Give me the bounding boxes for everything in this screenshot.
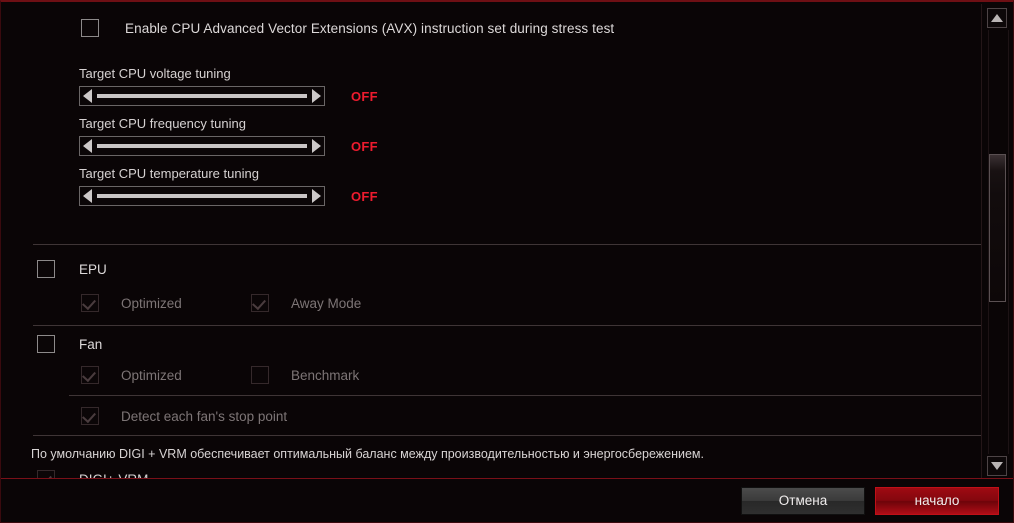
scrollbar-down-button[interactable]	[987, 456, 1007, 476]
epu-label: EPU	[79, 262, 107, 277]
target-cpu-frequency-tuning-value: OFF	[351, 139, 378, 154]
slider-track[interactable]	[97, 194, 307, 198]
epu-away-mode-checkbox[interactable]	[251, 294, 269, 312]
target-cpu-voltage-tuning-block: Target CPU voltage tuning OFF	[79, 66, 378, 106]
scrollbar-thumb[interactable]	[989, 154, 1006, 302]
target-cpu-temperature-tuning-value: OFF	[351, 189, 378, 204]
fan-checkbox[interactable]	[37, 335, 55, 353]
divider-epu-top	[33, 244, 981, 245]
fan-benchmark-label: Benchmark	[291, 368, 359, 383]
avx-checkbox[interactable]	[81, 19, 99, 37]
epu-optimized-row: Optimized	[81, 294, 182, 312]
slider-track[interactable]	[97, 144, 307, 148]
target-cpu-temperature-tuning-slider[interactable]	[79, 186, 325, 206]
slider-track[interactable]	[97, 94, 307, 98]
fan-optimized-row: Optimized	[81, 366, 182, 384]
slider-right-arrow-icon[interactable]	[312, 189, 321, 203]
fan-benchmark-checkbox[interactable]	[251, 366, 269, 384]
fan-optimized-label: Optimized	[121, 368, 182, 383]
fan-detect-stop-point-checkbox[interactable]	[81, 407, 99, 425]
tuning-dialog: Enable CPU Advanced Vector Extensions (A…	[0, 0, 1014, 523]
vertical-scrollbar[interactable]	[981, 4, 1012, 480]
triangle-up-icon	[991, 14, 1003, 22]
epu-row: EPU	[37, 260, 107, 278]
slider-left-arrow-icon[interactable]	[83, 139, 92, 153]
avx-label: Enable CPU Advanced Vector Extensions (A…	[125, 21, 614, 36]
start-button[interactable]: начало	[875, 487, 999, 515]
slider-left-arrow-icon[interactable]	[83, 89, 92, 103]
fan-benchmark-row: Benchmark	[251, 366, 359, 384]
slider-left-arrow-icon[interactable]	[83, 189, 92, 203]
divider-digi-top	[33, 435, 981, 436]
target-cpu-temperature-tuning-label: Target CPU temperature tuning	[79, 166, 378, 181]
epu-optimized-checkbox[interactable]	[81, 294, 99, 312]
fan-row: Fan	[37, 335, 102, 353]
epu-away-mode-row: Away Mode	[251, 294, 361, 312]
avx-row: Enable CPU Advanced Vector Extensions (A…	[81, 16, 614, 40]
target-cpu-voltage-tuning-slider[interactable]	[79, 86, 325, 106]
dialog-footer: Отмена начало	[1, 478, 1013, 522]
target-cpu-frequency-tuning-block: Target CPU frequency tuning OFF	[79, 116, 378, 156]
settings-scroll-pane: Enable CPU Advanced Vector Extensions (A…	[1, 4, 983, 480]
target-cpu-voltage-tuning-value: OFF	[351, 89, 378, 104]
triangle-down-icon	[991, 462, 1003, 470]
target-cpu-frequency-tuning-slider[interactable]	[79, 136, 325, 156]
fan-label: Fan	[79, 337, 102, 352]
slider-right-arrow-icon[interactable]	[312, 89, 321, 103]
epu-away-mode-label: Away Mode	[291, 296, 361, 311]
target-cpu-frequency-tuning-row: OFF	[79, 136, 378, 156]
divider-fan-top	[33, 325, 981, 326]
epu-optimized-label: Optimized	[121, 296, 182, 311]
digi-vrm-note: По умолчанию DIGI + VRM обеспечивает опт…	[31, 447, 704, 461]
target-cpu-voltage-tuning-label: Target CPU voltage tuning	[79, 66, 378, 81]
divider-fan-detect	[69, 395, 981, 396]
slider-right-arrow-icon[interactable]	[312, 139, 321, 153]
cancel-button[interactable]: Отмена	[741, 487, 865, 515]
epu-checkbox[interactable]	[37, 260, 55, 278]
target-cpu-voltage-tuning-row: OFF	[79, 86, 378, 106]
fan-detect-stop-point-label: Detect each fan's stop point	[121, 409, 287, 424]
fan-detect-stop-point-row: Detect each fan's stop point	[81, 407, 287, 425]
target-cpu-frequency-tuning-label: Target CPU frequency tuning	[79, 116, 378, 131]
target-cpu-temperature-tuning-row: OFF	[79, 186, 378, 206]
target-cpu-temperature-tuning-block: Target CPU temperature tuning OFF	[79, 166, 378, 206]
scrollbar-up-button[interactable]	[987, 8, 1007, 28]
fan-optimized-checkbox[interactable]	[81, 366, 99, 384]
